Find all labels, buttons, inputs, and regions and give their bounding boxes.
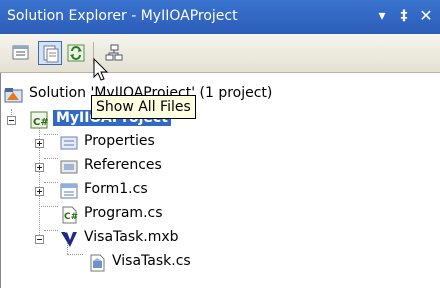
properties-button[interactable] bbox=[9, 41, 33, 65]
tree-item-label: VisaTask.cs bbox=[112, 253, 191, 269]
window-title: Solution Explorer - MyIIOAProject bbox=[7, 8, 238, 24]
solution-explorer-window: Solution Explorer - MyIIOAProject ▾ ‡ ✕ bbox=[0, 0, 440, 288]
tree-row-program[interactable]: C# Program.cs bbox=[1, 203, 440, 227]
tree-item-label: Form1.cs bbox=[84, 181, 148, 197]
properties-folder-icon bbox=[60, 136, 78, 150]
tree-row-visatask-mxb[interactable]: VisaTask.mxb bbox=[1, 227, 440, 251]
expand-toggle[interactable] bbox=[35, 163, 44, 172]
collapse-toggle[interactable] bbox=[7, 116, 16, 125]
cs-file-icon bbox=[90, 254, 105, 272]
solution-tree: Solution 'MyIIOAProject' (1 project) C# … bbox=[0, 73, 440, 288]
expand-toggle[interactable] bbox=[35, 139, 44, 148]
tree-row-visatask-cs[interactable]: VisaTask.cs bbox=[1, 251, 440, 275]
expand-toggle[interactable] bbox=[35, 187, 44, 196]
tree-row-solution[interactable]: Solution 'MyIIOAProject' (1 project) bbox=[1, 83, 440, 107]
properties-icon bbox=[12, 45, 29, 60]
refresh-button[interactable] bbox=[64, 41, 88, 65]
tree-row-properties[interactable]: Properties bbox=[1, 131, 440, 155]
references-icon bbox=[60, 160, 78, 174]
mxb-icon bbox=[61, 231, 77, 247]
tree-row-references[interactable]: References bbox=[1, 155, 440, 179]
svg-text:C#: C# bbox=[33, 117, 49, 128]
tree-item-label: Program.cs bbox=[84, 205, 163, 221]
form-icon bbox=[60, 183, 78, 199]
title-bar[interactable]: Solution Explorer - MyIIOAProject ▾ ‡ ✕ bbox=[0, 0, 440, 34]
close-icon[interactable]: ✕ bbox=[414, 4, 438, 28]
csharp-project-icon: C# bbox=[30, 111, 49, 129]
tree-item-label: VisaTask.mxb bbox=[84, 229, 179, 245]
tooltip-show-all-files: Show All Files bbox=[91, 95, 196, 119]
tree-row-form1[interactable]: Form1.cs bbox=[1, 179, 440, 203]
toolbar bbox=[0, 34, 440, 73]
solution-icon bbox=[4, 88, 23, 103]
mouse-cursor-icon bbox=[93, 58, 109, 81]
show-all-files-icon bbox=[43, 45, 59, 63]
tree-item-label: References bbox=[84, 157, 162, 173]
svg-text:C#: C# bbox=[64, 212, 78, 222]
dropdown-icon[interactable]: ▾ bbox=[370, 4, 394, 28]
csharp-file-icon: C# bbox=[62, 206, 78, 224]
tree-item-label: Properties bbox=[84, 133, 155, 149]
pin-icon[interactable]: ‡ bbox=[392, 4, 416, 28]
refresh-icon bbox=[67, 44, 85, 62]
show-all-files-button[interactable] bbox=[38, 41, 62, 65]
tree-row-project[interactable]: C# MyIIOAProject bbox=[1, 108, 440, 132]
collapse-toggle[interactable] bbox=[35, 235, 44, 244]
